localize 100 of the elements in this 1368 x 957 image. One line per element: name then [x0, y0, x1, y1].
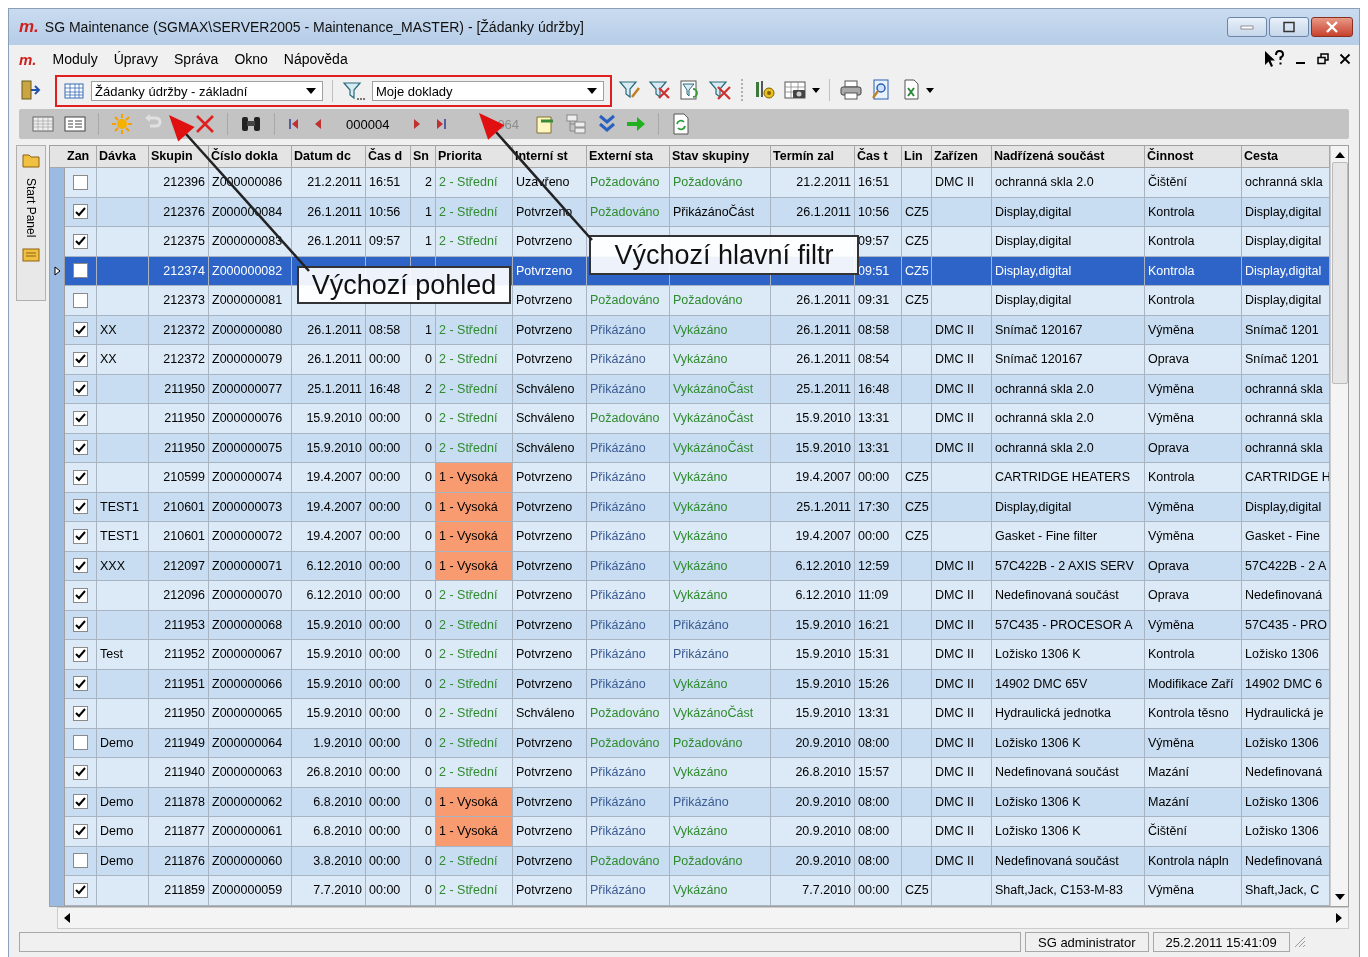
- table-cell: 00:00: [366, 404, 411, 434]
- priority-cell: 2 - Střední: [436, 345, 513, 375]
- table-cell: Z000000081: [209, 286, 292, 316]
- table-cell: Čištění: [1145, 168, 1242, 198]
- table-cell: Z000000063: [209, 758, 292, 788]
- table-cell: 15.9.2010: [292, 699, 366, 729]
- priority-cell: 2 - Střední: [436, 581, 513, 611]
- table-cell: Nedefinovaná součást: [992, 758, 1145, 788]
- table-cell: Test: [97, 640, 149, 670]
- table-cell: 19.4.2007: [771, 463, 855, 493]
- table-cell: 00:00: [366, 640, 411, 670]
- table-cell: DMC II: [932, 817, 992, 847]
- status-cell: Požadováno: [670, 286, 771, 316]
- table-cell: CZ5: [902, 286, 932, 316]
- table-cell: 15:57: [855, 758, 902, 788]
- status-cell: Požadováno: [670, 168, 771, 198]
- table-cell: 26.1.2011: [771, 286, 855, 316]
- table-cell: DMC II: [932, 640, 992, 670]
- table-cell: Potvrzeno: [513, 640, 587, 670]
- table-cell: Z000000070: [209, 581, 292, 611]
- table-cell: Oprava: [1145, 581, 1242, 611]
- status-cell: Vykázáno: [670, 463, 771, 493]
- table-cell: CZ5: [902, 227, 932, 257]
- table-cell: Z000000074: [209, 463, 292, 493]
- status-cell: Vykázáno: [670, 817, 771, 847]
- table-cell: 0: [411, 758, 436, 788]
- table-cell: 15.9.2010: [292, 640, 366, 670]
- table-cell: Kontrola: [1145, 227, 1242, 257]
- priority-cell: 1 - Vysoká: [436, 787, 513, 817]
- status-cell: Přikázáno: [587, 345, 670, 375]
- table-cell: CZ5: [902, 522, 932, 552]
- table-cell: 0: [411, 876, 436, 906]
- table-cell: 15:31: [855, 640, 902, 670]
- table-cell: 00:00: [366, 581, 411, 611]
- window-title: SG Maintenance (SGMAX\SERVER2005 - Maintenance_MASTER) - [Žádanky údržby]: [44, 19, 584, 35]
- table-cell: Gasket - Fine filter: [992, 522, 1145, 552]
- table-cell: Potvrzeno: [513, 345, 587, 375]
- table-cell: Výměna: [1145, 404, 1242, 434]
- table-cell: Z000000059: [209, 876, 292, 906]
- table-cell: Z000000067: [209, 640, 292, 670]
- table-cell: 00:00: [366, 522, 411, 552]
- table-cell: CARTRIDGE HEATERS: [992, 463, 1145, 493]
- priority-cell: 2 - Střední: [436, 168, 513, 198]
- table-cell: Potvrzeno: [513, 522, 587, 552]
- table-cell: 212375: [149, 227, 209, 257]
- table-cell: 00:00: [855, 522, 902, 552]
- priority-cell: 2 - Střední: [436, 876, 513, 906]
- table-cell: Schváleno: [513, 404, 587, 434]
- table-cell: Display,digital: [992, 227, 1145, 257]
- table-cell: 20.9.2010: [771, 817, 855, 847]
- table-cell: 212396: [149, 168, 209, 198]
- table-cell: 211950: [149, 404, 209, 434]
- table-cell: Kontrola: [1145, 286, 1242, 316]
- priority-cell: 1 - Vysoká: [436, 817, 513, 847]
- table-cell: DMC II: [932, 758, 992, 788]
- table-cell: 15.9.2010: [771, 699, 855, 729]
- table-cell: 13:31: [855, 404, 902, 434]
- table-cell: Display,digital: [992, 286, 1145, 316]
- status-cell: Vykázáno: [670, 876, 771, 906]
- table-cell: 0: [411, 404, 436, 434]
- status-cell: Přikázáno: [587, 463, 670, 493]
- table-cell: Hydraulická jednotka: [992, 699, 1145, 729]
- table-cell: 19.4.2007: [292, 463, 366, 493]
- status-cell: Vykázáno: [670, 345, 771, 375]
- table-cell: 09:31: [855, 286, 902, 316]
- table-cell: 08:00: [855, 817, 902, 847]
- table-cell: 2: [411, 168, 436, 198]
- callout-tooltip: Výchozí pohled: [297, 266, 511, 304]
- priority-cell: 2 - Střední: [436, 227, 513, 257]
- table-cell: Kontrola těsno: [1145, 699, 1242, 729]
- priority-cell: 1 - Vysoká: [436, 551, 513, 581]
- menu-logo: m.: [19, 50, 37, 68]
- table-cell: 21.2.2011: [292, 168, 366, 198]
- table-cell: Z000000072: [209, 522, 292, 552]
- table-cell: Potvrzeno: [513, 758, 587, 788]
- status-cell: Požadováno: [587, 404, 670, 434]
- table-cell: 00:00: [366, 463, 411, 493]
- table-cell: DMC II: [932, 168, 992, 198]
- table-cell: Kontrola: [1145, 640, 1242, 670]
- table-cell: 211940: [149, 758, 209, 788]
- status-cell: Přikázáno: [587, 581, 670, 611]
- table-cell: 211859: [149, 876, 209, 906]
- table-cell: 26.8.2010: [771, 758, 855, 788]
- table-cell: 15.9.2010: [771, 404, 855, 434]
- table-cell: Nedefinovaná součást: [992, 581, 1145, 611]
- table-cell: Snímač 120167: [992, 345, 1145, 375]
- app-logo: m.: [19, 17, 39, 37]
- table-cell: 00:00: [366, 699, 411, 729]
- table-cell: 7.7.2010: [771, 876, 855, 906]
- table-cell: 26.1.2011: [771, 345, 855, 375]
- table-cell: Kontrola: [1145, 463, 1242, 493]
- table-cell: 212096: [149, 581, 209, 611]
- table-cell: 11:09: [855, 581, 902, 611]
- table-cell: 19.4.2007: [771, 522, 855, 552]
- table-cell: 00:00: [855, 876, 902, 906]
- table-cell: 15.9.2010: [292, 404, 366, 434]
- status-cell: Vykázáno: [670, 758, 771, 788]
- status-cell: Požadováno: [587, 699, 670, 729]
- status-cell: Vykázáno: [670, 522, 771, 552]
- status-cell: Přikázáno: [587, 522, 670, 552]
